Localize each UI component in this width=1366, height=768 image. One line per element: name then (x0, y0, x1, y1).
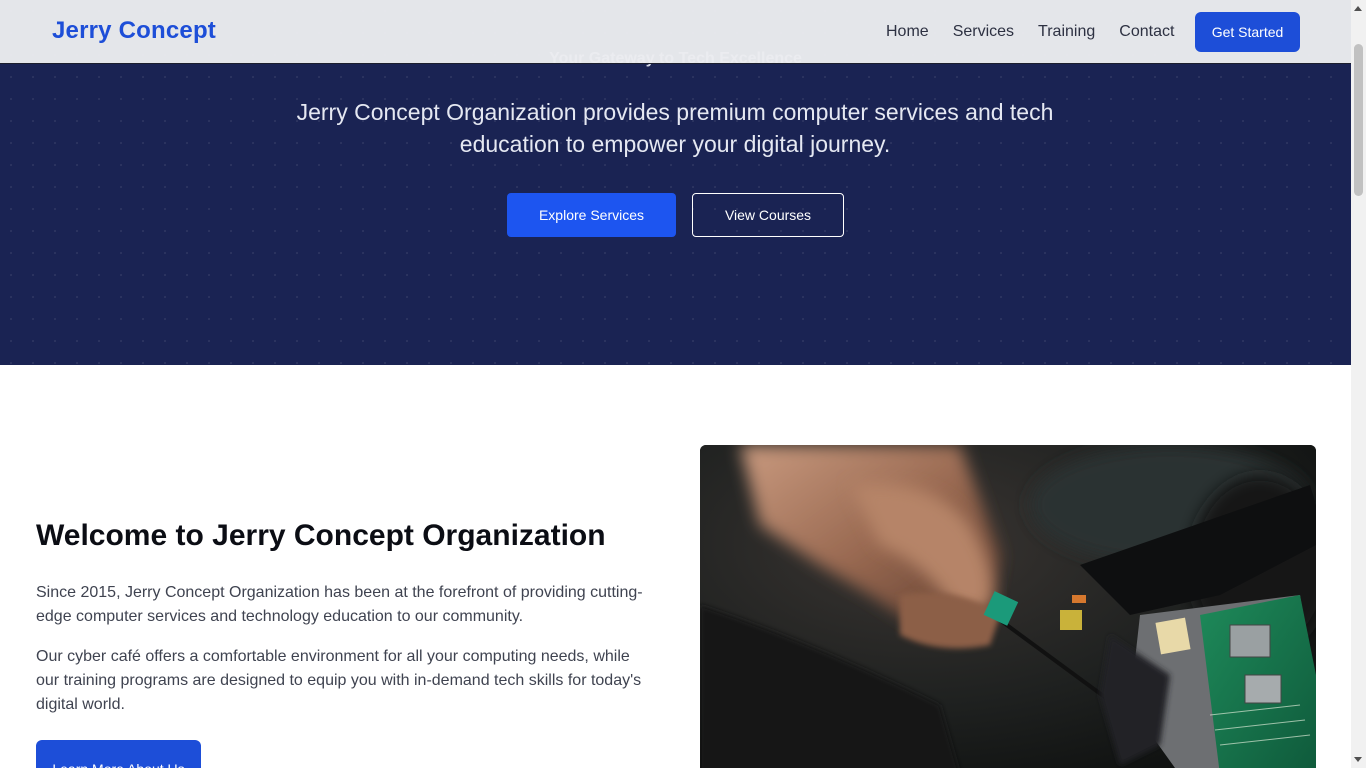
explore-services-button[interactable]: Explore Services (507, 193, 676, 237)
learn-more-button[interactable]: Learn More About Us (36, 740, 201, 768)
view-courses-button[interactable]: View Courses (692, 193, 844, 237)
get-started-button[interactable]: Get Started (1195, 12, 1300, 52)
site-header: Jerry Concept Home Services Training Con… (0, 0, 1351, 64)
scroll-thumb[interactable] (1354, 44, 1363, 196)
nav-services-link[interactable]: Services (953, 23, 1014, 41)
hero-description: Jerry Concept Organization provides prem… (296, 99, 1054, 157)
about-paragraph-2: Our cyber café offers a comfortable envi… (36, 648, 642, 713)
brand-logo[interactable]: Jerry Concept (52, 17, 216, 45)
nav-training-link[interactable]: Training (1038, 23, 1095, 41)
scroll-down-icon[interactable] (1354, 757, 1362, 762)
about-paragraph-1: Since 2015, Jerry Concept Organization h… (36, 584, 643, 625)
nav-contact-link[interactable]: Contact (1119, 23, 1174, 41)
about-title: Welcome to Jerry Concept Organization (36, 519, 606, 552)
page-scrollbar[interactable] (1351, 0, 1366, 768)
main-nav: Home Services Training Contact (886, 0, 1198, 64)
nav-home-link[interactable]: Home (886, 23, 929, 41)
circuit-repair-photo (700, 445, 1316, 768)
scroll-up-icon[interactable] (1354, 6, 1362, 11)
